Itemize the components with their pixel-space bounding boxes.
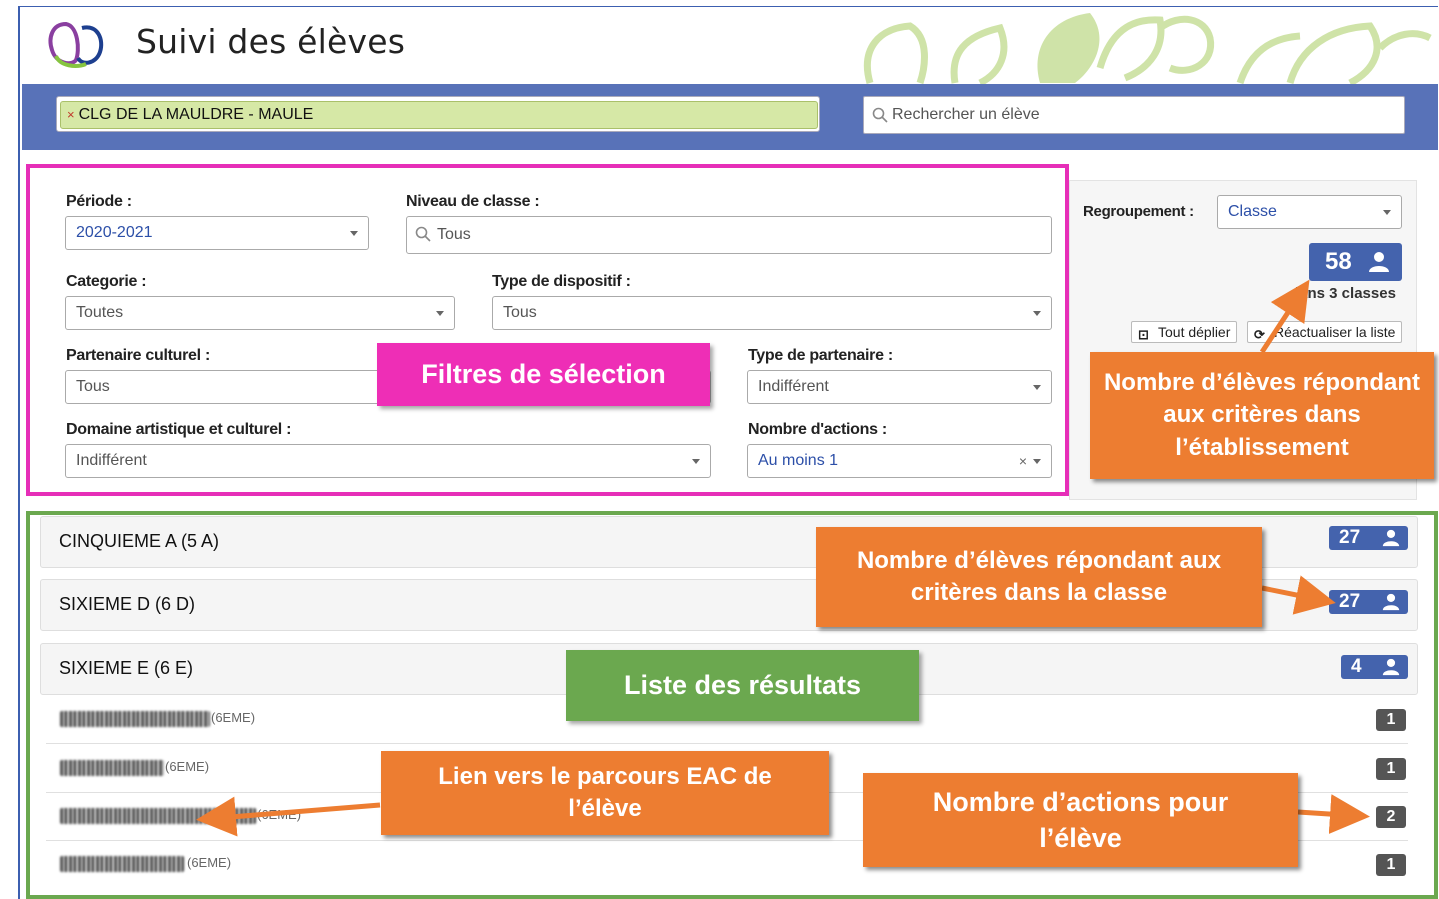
refresh-list-label: Réactualiser la liste bbox=[1274, 324, 1396, 340]
school-tag-label: CLG DE LA MAULDRE - MAULE bbox=[78, 106, 314, 123]
dispositif-label: Type de dispositif : bbox=[492, 273, 631, 290]
grouping-value: Classe bbox=[1228, 203, 1277, 220]
total-students-badge: 58 bbox=[1309, 243, 1402, 281]
class-count-badge: 4 bbox=[1341, 655, 1408, 679]
annotation-student-actions: Nombre d’actions pour l’élève bbox=[863, 773, 1298, 867]
student-level: (6EME) bbox=[257, 807, 302, 822]
type-partenaire-value: Indifférent bbox=[758, 378, 829, 395]
domaine-label: Domaine artistique et culturel : bbox=[66, 421, 292, 438]
annotation-filters: Filtres de sélection bbox=[377, 343, 710, 406]
domaine-select[interactable]: Indifférent bbox=[65, 444, 711, 478]
grouping-select[interactable]: Classe bbox=[1217, 195, 1402, 229]
niveau-label: Niveau de classe : bbox=[406, 193, 540, 210]
expand-all-button[interactable]: ⊡ Tout déplier bbox=[1131, 321, 1238, 343]
type-partenaire-label: Type de partenaire : bbox=[748, 347, 893, 364]
class-group-title: SIXIEME D (6 D) bbox=[59, 594, 196, 614]
niveau-value: Tous bbox=[437, 226, 471, 243]
nb-actions-select[interactable]: Au moins 1 × bbox=[747, 444, 1052, 478]
class-count-badge: 27 bbox=[1329, 526, 1408, 550]
refresh-icon: ⟳ bbox=[1254, 327, 1265, 342]
annotation-total-students: Nombre d’élèves répondant aux critères d… bbox=[1090, 352, 1434, 479]
nb-actions-label: Nombre d'actions : bbox=[748, 421, 887, 438]
action-count-badge: 1 bbox=[1376, 709, 1406, 731]
student-level: (6EME) bbox=[165, 759, 210, 774]
classes-count: dans 3 classes bbox=[1290, 285, 1396, 302]
niveau-input[interactable]: Tous bbox=[406, 216, 1052, 254]
chevron-down-icon bbox=[436, 311, 444, 316]
class-group-title: SIXIEME E (6 E) bbox=[59, 658, 194, 678]
refresh-list-button[interactable]: ⟳ Réactualiser la liste bbox=[1247, 321, 1403, 343]
student-name-link[interactable] bbox=[60, 808, 256, 824]
action-count-badge: 1 bbox=[1376, 758, 1406, 780]
expand-all-label: Tout déplier bbox=[1158, 324, 1231, 340]
remove-tag-icon[interactable]: × bbox=[67, 107, 75, 122]
expand-icon: ⊡ bbox=[1138, 327, 1149, 342]
student-name-link[interactable] bbox=[60, 760, 164, 776]
type-partenaire-select[interactable]: Indifférent bbox=[747, 370, 1052, 404]
partenaire-label: Partenaire culturel : bbox=[66, 347, 210, 364]
action-count-badge: 1 bbox=[1376, 854, 1406, 876]
class-group-title: CINQUIEME A (5 A) bbox=[59, 531, 220, 551]
domaine-value: Indifférent bbox=[76, 452, 147, 469]
grouping-label: Regroupement : bbox=[1083, 203, 1194, 220]
student-name-link[interactable] bbox=[60, 856, 184, 872]
student-search-input[interactable]: Rechercher un élève bbox=[863, 96, 1405, 134]
partenaire-value: Tous bbox=[76, 378, 110, 395]
categorie-value: Toutes bbox=[76, 304, 124, 321]
dispositif-value: Tous bbox=[503, 304, 537, 321]
user-icon bbox=[1382, 529, 1400, 547]
annotation-class-students: Nombre d’élèves répondant aux critères d… bbox=[816, 527, 1262, 627]
page-title: Suivi des élèves bbox=[136, 22, 406, 61]
class-count-value: 27 bbox=[1339, 527, 1361, 548]
student-name-link[interactable] bbox=[60, 711, 210, 727]
dispositif-select[interactable]: Tous bbox=[492, 296, 1052, 330]
action-count-badge: 2 bbox=[1376, 806, 1406, 828]
clear-icon[interactable]: × bbox=[1019, 445, 1027, 477]
total-students-count: 58 bbox=[1325, 248, 1352, 275]
periode-select[interactable]: 2020-2021 bbox=[65, 216, 369, 250]
class-count-value: 4 bbox=[1351, 656, 1362, 677]
user-icon bbox=[1382, 593, 1400, 611]
annotation-results-list: Liste des résultats bbox=[566, 650, 919, 721]
student-level: (6EME) bbox=[211, 710, 256, 725]
categorie-select[interactable]: Toutes bbox=[65, 296, 455, 330]
chevron-down-icon bbox=[1033, 385, 1041, 390]
chevron-down-icon bbox=[1033, 311, 1041, 316]
chevron-down-icon bbox=[350, 231, 358, 236]
student-level: (6EME) bbox=[187, 855, 232, 870]
school-tag[interactable]: × CLG DE LA MAULDRE - MAULE bbox=[60, 101, 818, 129]
class-count-value: 27 bbox=[1339, 591, 1361, 612]
app-logo-icon bbox=[48, 21, 104, 68]
categorie-label: Categorie : bbox=[66, 273, 147, 290]
chevron-down-icon bbox=[692, 459, 700, 464]
search-placeholder: Rechercher un élève bbox=[892, 106, 1040, 123]
user-icon bbox=[1382, 658, 1400, 676]
periode-label: Période : bbox=[66, 193, 132, 210]
user-icon bbox=[1369, 252, 1389, 272]
decorative-leaves-icon bbox=[863, 13, 1432, 86]
search-icon bbox=[415, 226, 431, 242]
class-count-badge: 27 bbox=[1329, 590, 1408, 614]
periode-value: 2020-2021 bbox=[76, 224, 153, 241]
annotation-eac-link: Lien vers le parcours EAC de l’élève bbox=[381, 751, 829, 835]
nb-actions-value: Au moins 1 bbox=[758, 452, 839, 469]
search-icon bbox=[872, 107, 888, 123]
chevron-down-icon bbox=[1033, 459, 1041, 464]
chevron-down-icon bbox=[1383, 210, 1391, 215]
